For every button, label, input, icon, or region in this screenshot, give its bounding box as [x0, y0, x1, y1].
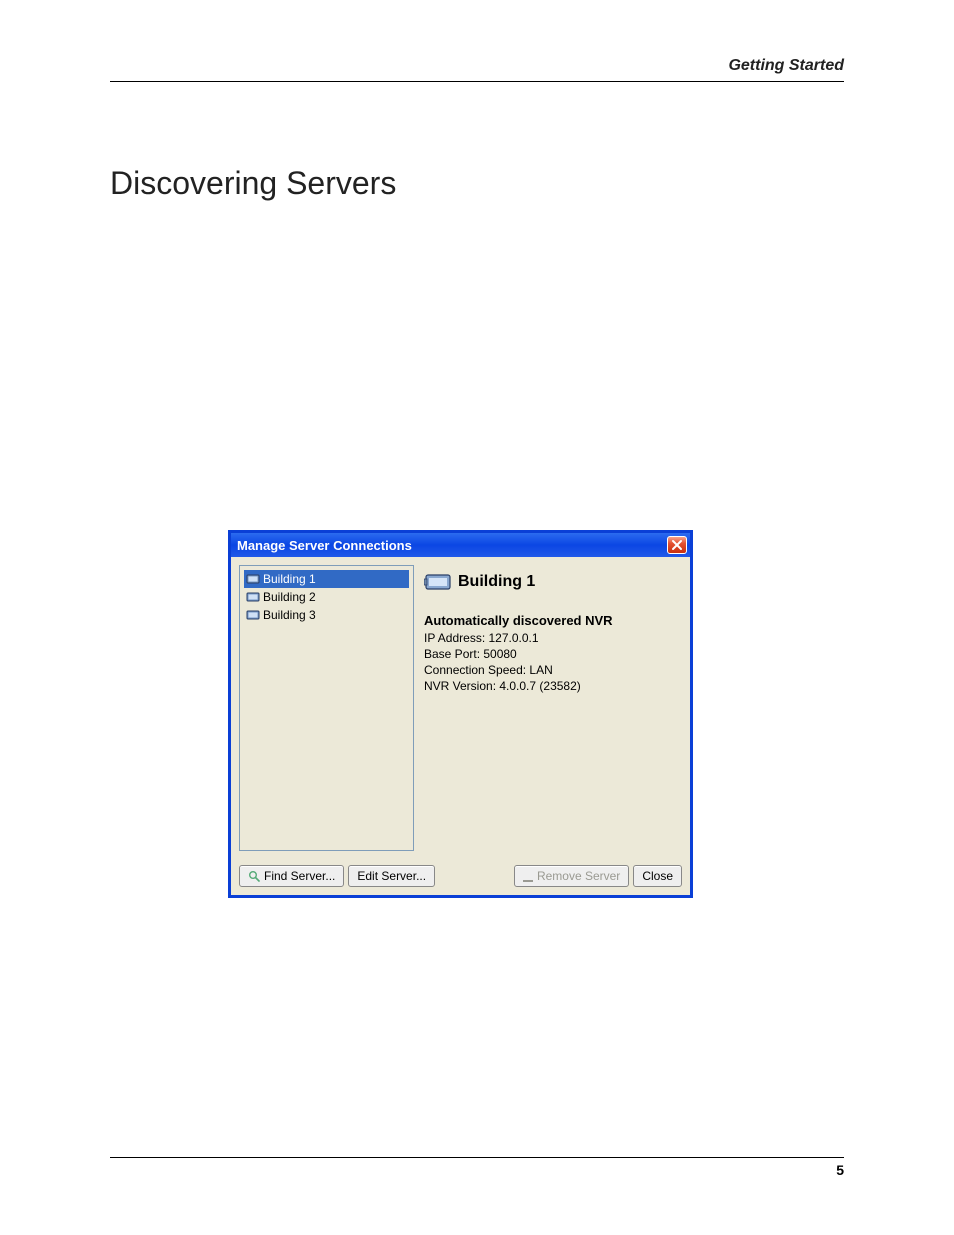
detail-speed: Connection Speed: LAN [424, 662, 678, 678]
edit-server-label: Edit Server... [357, 869, 426, 883]
list-item[interactable]: Building 2 [244, 588, 409, 606]
list-item-label: Building 1 [263, 571, 316, 587]
dialog-body: Building 1 Building 2 Building 3 [231, 557, 690, 859]
page-number: 5 [110, 1162, 844, 1178]
server-icon [246, 591, 260, 603]
detail-version: NVR Version: 4.0.0.7 (23582) [424, 678, 678, 694]
close-button-label: Close [642, 869, 673, 883]
remove-server-label: Remove Server [537, 869, 620, 883]
list-item-label: Building 3 [263, 607, 316, 623]
server-detail-pane: Building 1 Automatically discovered NVR … [422, 565, 682, 851]
list-item[interactable]: Building 1 [244, 570, 409, 588]
page-footer: 5 [110, 1157, 844, 1178]
close-icon[interactable] [667, 536, 687, 554]
remove-server-button: Remove Server [514, 865, 629, 887]
find-server-label: Find Server... [264, 869, 335, 883]
detail-title-row: Building 1 [424, 571, 678, 593]
server-list[interactable]: Building 1 Building 2 Building 3 [239, 565, 414, 851]
header-rule [110, 81, 844, 82]
section-title: Discovering Servers [110, 165, 396, 202]
server-icon [424, 571, 452, 593]
remove-icon [523, 873, 533, 879]
edit-server-button[interactable]: Edit Server... [348, 865, 435, 887]
dialog-button-bar: Find Server... Edit Server... Remove Ser… [231, 859, 690, 895]
list-item[interactable]: Building 3 [244, 606, 409, 624]
detail-server-name: Building 1 [458, 573, 535, 591]
server-icon [246, 573, 260, 585]
dialog-title: Manage Server Connections [237, 538, 412, 553]
page-header: Getting Started [110, 57, 844, 82]
detail-ip: IP Address: 127.0.0.1 [424, 630, 678, 646]
search-icon [248, 870, 260, 882]
list-item-label: Building 2 [263, 589, 316, 605]
detail-heading: Automatically discovered NVR [424, 613, 678, 628]
footer-rule [110, 1157, 844, 1158]
header-section-label: Getting Started [110, 57, 844, 79]
manage-server-connections-dialog: Manage Server Connections Building 1 Bui… [228, 530, 693, 898]
detail-port: Base Port: 50080 [424, 646, 678, 662]
close-button[interactable]: Close [633, 865, 682, 887]
find-server-button[interactable]: Find Server... [239, 865, 344, 887]
server-icon [246, 609, 260, 621]
dialog-titlebar[interactable]: Manage Server Connections [231, 533, 690, 557]
